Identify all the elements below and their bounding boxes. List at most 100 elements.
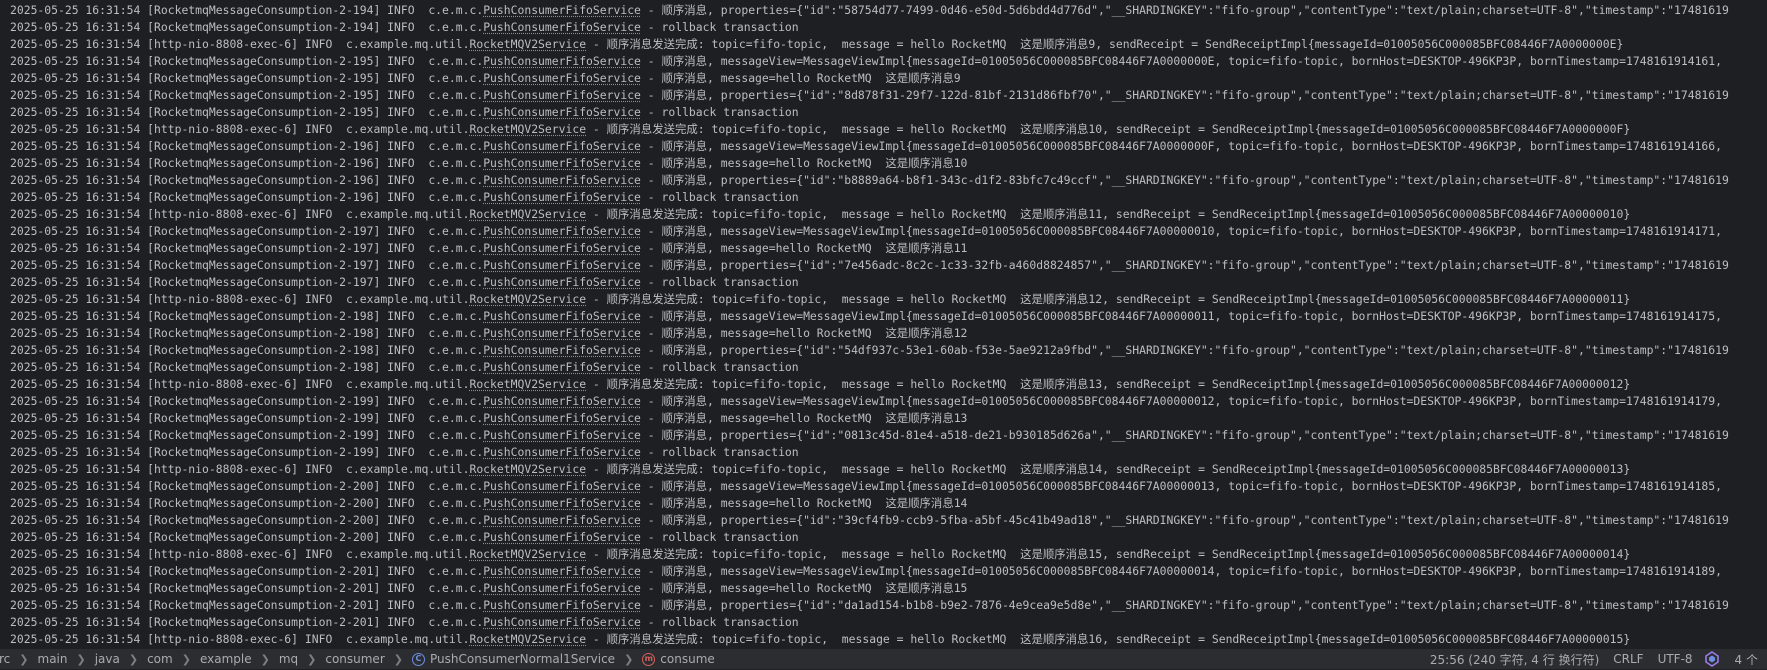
log-class-link[interactable]: RocketMQV2Service [469,37,586,51]
log-message: - 顺序消息, properties={"id":"0813c45d-81e4-… [640,428,1729,442]
log-line: 2025-05-25 16:31:54 [http-nio-8808-exec-… [0,36,1767,53]
log-line: 2025-05-25 16:31:54 [RocketmqMessageCons… [0,138,1767,155]
console-output[interactable]: 2025-05-25 16:31:54 [RocketmqMessageCons… [0,0,1767,648]
log-line: 2025-05-25 16:31:54 [RocketmqMessageCons… [0,308,1767,325]
log-class-link[interactable]: PushConsumerFifoService [483,190,641,204]
log-prefix: 2025-05-25 16:31:54 [RocketmqMessageCons… [10,479,484,493]
log-class-link[interactable]: PushConsumerFifoService [483,411,641,425]
line-separator-widget[interactable]: CRLF [1606,652,1650,666]
log-class-link[interactable]: PushConsumerFifoService [483,105,641,119]
log-class-link[interactable]: RocketMQV2Service [469,377,586,391]
log-line: 2025-05-25 16:31:54 [RocketmqMessageCons… [0,444,1767,461]
log-message: - 顺序消息, messageView=MessageViewImpl{mess… [640,479,1723,493]
log-class-link[interactable]: PushConsumerFifoService [483,71,641,85]
log-class-link[interactable]: PushConsumerFifoService [483,428,641,442]
log-line: 2025-05-25 16:31:54 [RocketmqMessageCons… [0,393,1767,410]
log-class-link[interactable]: PushConsumerFifoService [483,173,641,187]
breadcrumb-item-method[interactable]: m consume [639,652,717,666]
log-prefix: 2025-05-25 16:31:54 [RocketmqMessageCons… [10,224,484,238]
log-class-link[interactable]: PushConsumerFifoService [483,479,641,493]
log-class-link[interactable]: PushConsumerFifoService [483,496,641,510]
indent-widget[interactable]: 4 个 [1728,651,1765,668]
chevron-right-icon: ❯ [76,652,86,666]
log-line: 2025-05-25 16:31:54 [RocketmqMessageCons… [0,529,1767,546]
breadcrumb-item-mq[interactable]: mq [276,652,301,666]
log-class-link[interactable]: RocketMQV2Service [469,632,586,646]
log-line: 2025-05-25 16:31:54 [RocketmqMessageCons… [0,104,1767,121]
log-line: 2025-05-25 16:31:54 [http-nio-8808-exec-… [0,121,1767,138]
log-line: 2025-05-25 16:31:54 [RocketmqMessageCons… [0,53,1767,70]
log-class-link[interactable]: PushConsumerFifoService [483,54,641,68]
class-icon: C [411,652,425,666]
log-line: 2025-05-25 16:31:54 [RocketmqMessageCons… [0,70,1767,87]
log-line: 2025-05-25 16:31:54 [RocketmqMessageCons… [0,189,1767,206]
chevron-right-icon: ❯ [260,652,270,666]
log-class-link[interactable]: PushConsumerFifoService [483,581,641,595]
log-message: - 顺序消息, messageView=MessageViewImpl{mess… [640,564,1723,578]
ai-assistant-icon[interactable] [1704,651,1720,667]
encoding-widget[interactable]: UTF-8 [1651,652,1700,666]
log-prefix: 2025-05-25 16:31:54 [RocketmqMessageCons… [10,258,484,272]
log-class-link[interactable]: PushConsumerFifoService [483,156,641,170]
log-class-link[interactable]: PushConsumerFifoService [483,343,641,357]
log-class-link[interactable]: PushConsumerFifoService [483,275,641,289]
breadcrumb-item-java[interactable]: java [92,652,123,666]
log-line: 2025-05-25 16:31:54 [RocketmqMessageCons… [0,478,1767,495]
log-message: - 顺序消息发送完成: topic=fifo-topic, message = … [586,377,1631,391]
log-prefix: 2025-05-25 16:31:54 [RocketmqMessageCons… [10,496,484,510]
log-class-link[interactable]: RocketMQV2Service [469,462,586,476]
log-message: - rollback transaction [640,615,799,629]
log-prefix: 2025-05-25 16:31:54 [RocketmqMessageCons… [10,20,484,34]
log-prefix: 2025-05-25 16:31:54 [RocketmqMessageCons… [10,139,484,153]
log-class-link[interactable]: PushConsumerFifoService [483,445,641,459]
log-class-link[interactable]: PushConsumerFifoService [483,394,641,408]
log-line: 2025-05-25 16:31:54 [http-nio-8808-exec-… [0,206,1767,223]
log-prefix: 2025-05-25 16:31:54 [RocketmqMessageCons… [10,581,484,595]
log-prefix: 2025-05-25 16:31:54 [RocketmqMessageCons… [10,598,484,612]
log-class-link[interactable]: PushConsumerFifoService [483,20,641,34]
log-class-link[interactable]: PushConsumerFifoService [483,530,641,544]
log-class-link[interactable]: PushConsumerFifoService [483,139,641,153]
caret-position-widget[interactable]: 25:56 (240 字符, 4 行 换行符) [1423,651,1606,668]
log-message: - 顺序消息, messageView=MessageViewImpl{mess… [640,54,1723,68]
log-class-link[interactable]: PushConsumerFifoService [483,241,641,255]
log-class-link[interactable]: PushConsumerFifoService [483,309,641,323]
breadcrumb-item-main[interactable]: main [35,652,71,666]
log-message: - 顺序消息发送完成: topic=fifo-topic, message = … [586,292,1631,306]
log-line: 2025-05-25 16:31:54 [http-nio-8808-exec-… [0,631,1767,648]
breadcrumb-item-consumer[interactable]: consumer [322,652,387,666]
log-message: - 顺序消息, properties={"id":"54df937c-53e1-… [640,343,1729,357]
log-line: 2025-05-25 16:31:54 [RocketmqMessageCons… [0,597,1767,614]
breadcrumb-item-example[interactable]: example [197,652,255,666]
breadcrumb-item-src[interactable]: rc [0,652,13,666]
log-class-link[interactable]: PushConsumerFifoService [483,88,641,102]
log-class-link[interactable]: RocketMQV2Service [469,122,586,136]
log-prefix: 2025-05-25 16:31:54 [RocketmqMessageCons… [10,513,484,527]
breadcrumb-item-class[interactable]: C PushConsumerNormal1Service [409,652,618,666]
log-class-link[interactable]: PushConsumerFifoService [483,258,641,272]
log-prefix: 2025-05-25 16:31:54 [RocketmqMessageCons… [10,54,484,68]
log-prefix: 2025-05-25 16:31:54 [RocketmqMessageCons… [10,564,484,578]
log-line: 2025-05-25 16:31:54 [RocketmqMessageCons… [0,2,1767,19]
log-class-link[interactable]: PushConsumerFifoService [483,564,641,578]
chevron-right-icon: ❯ [307,652,317,666]
vertical-scrollbar[interactable] [1759,0,1767,648]
log-line: 2025-05-25 16:31:54 [http-nio-8808-exec-… [0,291,1767,308]
log-message: - rollback transaction [640,530,799,544]
log-class-link[interactable]: RocketMQV2Service [469,292,586,306]
log-class-link[interactable]: PushConsumerFifoService [483,360,641,374]
log-class-link[interactable]: RocketMQV2Service [469,207,586,221]
breadcrumb-class-label: PushConsumerNormal1Service [429,652,616,666]
log-class-link[interactable]: PushConsumerFifoService [483,513,641,527]
log-class-link[interactable]: RocketMQV2Service [469,547,586,561]
log-class-link[interactable]: PushConsumerFifoService [483,3,641,17]
breadcrumb-item-com[interactable]: com [144,652,176,666]
log-message: - 顺序消息, message=hello RocketMQ 这是顺序消息15 [640,581,968,595]
log-message: - 顺序消息, message=hello RocketMQ 这是顺序消息12 [640,326,968,340]
log-class-link[interactable]: PushConsumerFifoService [483,224,641,238]
log-prefix: 2025-05-25 16:31:54 [http-nio-8808-exec-… [10,462,470,476]
status-widgets: 25:56 (240 字符, 4 行 换行符) CRLF UTF-8 4 个 [1423,651,1767,668]
log-class-link[interactable]: PushConsumerFifoService [483,326,641,340]
log-class-link[interactable]: PushConsumerFifoService [483,598,641,612]
log-class-link[interactable]: PushConsumerFifoService [483,615,641,629]
